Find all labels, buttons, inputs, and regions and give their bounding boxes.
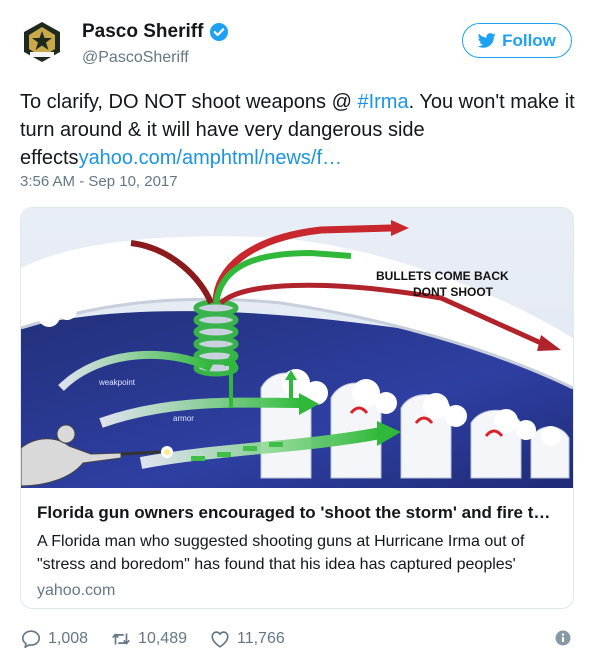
like-button[interactable]: 11,766 <box>209 628 285 650</box>
heart-icon <box>211 631 229 648</box>
follow-label: Follow <box>502 30 556 50</box>
user-handle[interactable]: @PascoSheriff <box>82 49 189 67</box>
card-description: A Florida man who suggested shooting gun… <box>37 533 525 573</box>
display-name[interactable]: Pasco Sheriff <box>82 21 229 43</box>
verified-badge-icon <box>210 23 229 41</box>
card-body[interactable]: Florida gun owners encouraged to 'shoot … <box>21 488 573 608</box>
article-link[interactable]: yahoo.com/amphtml/news/f… <box>79 147 342 169</box>
reply-count: 1,008 <box>48 630 89 647</box>
reply-icon <box>21 630 41 648</box>
reply-button[interactable]: 1,008 <box>20 628 88 650</box>
diagram-label-bullets-1: BULLETS COME BACK <box>376 269 509 283</box>
follow-button[interactable]: Follow <box>462 23 572 58</box>
retweet-count: 10,489 <box>138 630 187 647</box>
diagram-label-weakpoint: weakpoint <box>98 378 136 387</box>
avatar[interactable] <box>20 20 64 64</box>
retweet-button[interactable]: 10,489 <box>110 628 187 650</box>
card-title[interactable]: Florida gun owners encouraged to 'shoot … <box>37 502 557 524</box>
card-domain: yahoo.com <box>37 582 116 599</box>
tweet-text-part: To clarify, DO NOT shoot weapons @ <box>20 91 358 113</box>
twitter-bird-icon <box>478 33 496 48</box>
tweet-timestamp[interactable]: 3:56 AM - Sep 10, 2017 <box>20 173 178 190</box>
like-count: 11,766 <box>236 630 285 647</box>
card-image[interactable]: BULLETS COME BACK DONT SHOOT weakpoint a… <box>21 208 573 488</box>
tweet-text: To clarify, DO NOT shoot weapons @ #Irma… <box>20 88 575 172</box>
hashtag-link[interactable]: #Irma <box>357 91 408 113</box>
retweet-icon <box>112 633 130 645</box>
display-name-text[interactable]: Pasco Sheriff <box>82 21 203 43</box>
tweet-actions: 1,008 10,489 11,766 <box>20 627 575 651</box>
link-card[interactable]: BULLETS COME BACK DONT SHOOT weakpoint a… <box>20 207 574 609</box>
diagram-label-armor: armor <box>173 414 194 423</box>
info-icon[interactable] <box>555 630 571 646</box>
diagram-label-bullets-2: DONT SHOOT <box>413 285 494 299</box>
